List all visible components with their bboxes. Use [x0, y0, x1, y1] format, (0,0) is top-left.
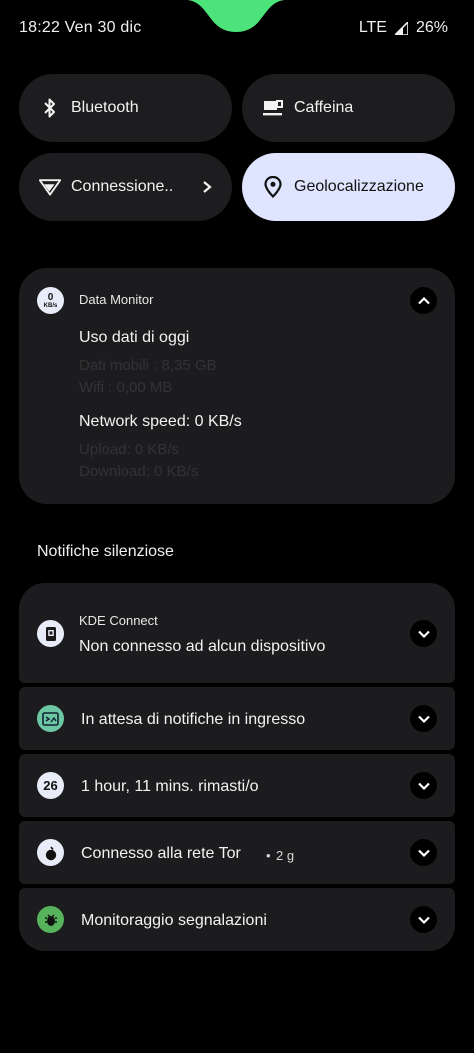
chevron-down-icon [417, 630, 430, 638]
notification-age: 2 g [276, 848, 295, 863]
bug-icon [37, 906, 64, 933]
expand-button[interactable] [410, 620, 437, 647]
network-type: LTE [358, 19, 387, 36]
qs-tile-label: Bluetooth [71, 99, 139, 116]
notification-tor[interactable]: Connesso alla rete Tor • 2 g [19, 821, 455, 884]
data-monitor-notification[interactable]: 0 KB/s Data Monitor Uso dati di oggi Dat… [19, 268, 455, 504]
notification-incoming[interactable]: In attesa di notifiche in ingresso [19, 687, 455, 750]
expand-button[interactable] [410, 839, 437, 866]
qs-tile-label: Geolocalizzazione [294, 178, 424, 195]
notification-text: 1 hour, 11 mins. rimasti/o [81, 778, 259, 795]
download-speed: Download: 0 KB/s [79, 463, 199, 480]
badge-speed-value: 0 [47, 291, 54, 303]
cell-signal-icon [394, 21, 408, 35]
notification-reports[interactable]: Monitoraggio segnalazioni [19, 888, 455, 951]
chevron-down-icon [417, 782, 430, 790]
chevron-right-icon [203, 181, 212, 193]
app-name: KDE Connect [79, 613, 158, 628]
mobile-data-usage: Dati mobili : 8,35 GB [79, 357, 217, 374]
notification-text: Connesso alla rete Tor [81, 845, 241, 862]
network-speed-title: Network speed: 0 KB/s [79, 413, 242, 430]
status-indicators: LTE 26% [359, 19, 448, 37]
kde-connect-phone-icon [37, 620, 64, 647]
bluetooth-icon [39, 97, 61, 119]
notification-text: In attesa di notifiche in ingresso [81, 711, 306, 728]
qs-tile-location[interactable]: Geolocalizzazione [242, 153, 455, 221]
location-pin-icon [262, 176, 284, 198]
expand-button[interactable] [410, 906, 437, 933]
coffee-cup-icon [262, 97, 284, 119]
notification-kde-connect[interactable]: KDE Connect Non connesso ad alcun dispos… [19, 583, 455, 683]
qs-tile-label: Connessione.. [71, 178, 174, 195]
expand-button[interactable] [410, 772, 437, 799]
badge-speed-unit: KB/s [43, 302, 58, 309]
chevron-down-icon [417, 849, 430, 857]
qs-tile-bluetooth[interactable]: Bluetooth [19, 74, 232, 142]
camera-notch-shape [188, 0, 284, 32]
message-image-icon [37, 705, 64, 732]
collapse-button[interactable] [410, 287, 437, 314]
chevron-down-icon [417, 715, 430, 723]
app-name: Data Monitor [79, 292, 154, 307]
chevron-up-icon [417, 296, 430, 304]
usage-title: Uso dati di oggi [79, 329, 190, 346]
status-bar: 18:22 Ven 30 dic LTE 26% [0, 0, 474, 56]
battery-badge-value: 26 [43, 778, 58, 793]
upload-speed: Upload: 0 KB/s [79, 441, 180, 458]
silent-notifications-header: Notifiche silenziose [37, 543, 174, 560]
expand-button[interactable] [410, 705, 437, 732]
wifi-signal-icon [39, 176, 61, 198]
data-monitor-badge-icon: 0 KB/s [37, 287, 64, 314]
wifi-usage: Wifi : 0,00 MB [79, 379, 173, 396]
qs-tile-label: Caffeina [294, 99, 354, 116]
notification-text: Monitoraggio segnalazioni [81, 912, 267, 929]
separator-dot: • [266, 848, 271, 863]
battery-level: 26% [415, 19, 448, 36]
qs-tile-caffeine[interactable]: Caffeina [242, 74, 455, 142]
battery-level-badge-icon: 26 [37, 772, 64, 799]
notification-battery[interactable]: 26 1 hour, 11 mins. rimasti/o [19, 754, 455, 817]
chevron-down-icon [417, 916, 430, 924]
tor-onion-icon [37, 839, 64, 866]
notification-text: Non connesso ad alcun dispositivo [79, 638, 326, 655]
qs-tile-connection[interactable]: Connessione.. [19, 153, 232, 221]
status-time-date: 18:22 Ven 30 dic [19, 19, 142, 36]
